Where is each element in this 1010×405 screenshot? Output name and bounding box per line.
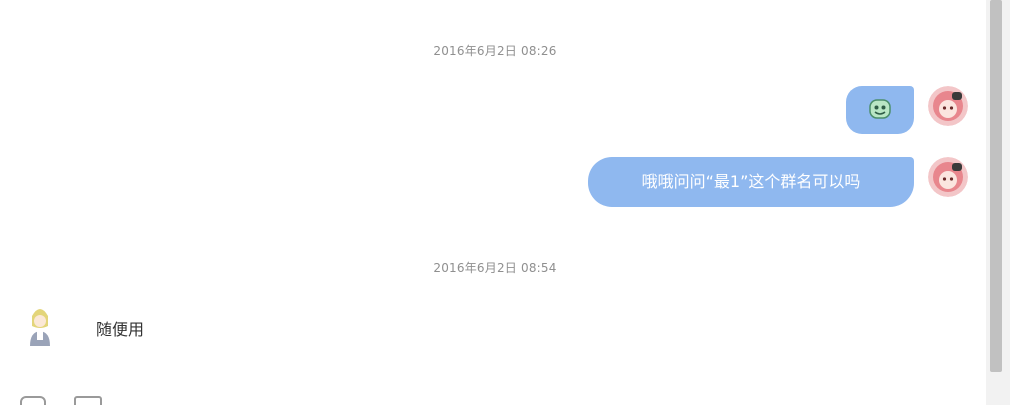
chat-window: 2016年6月2日 08:26 哦哦问问“最1”这个群名可以吗 2016年6月2…	[0, 0, 1010, 405]
smiley-sticker-icon	[869, 99, 891, 119]
scrollbar-thumb[interactable]	[990, 0, 1002, 372]
message-timestamp: 2016年6月2日 08:54	[433, 261, 557, 275]
cartoon-avatar-icon[interactable]	[928, 157, 968, 197]
emoji-icon[interactable]	[20, 396, 46, 405]
cartoon-avatar-icon[interactable]	[928, 86, 968, 126]
message-timestamp: 2016年6月2日 08:26	[433, 44, 557, 58]
character-avatar-icon[interactable]	[20, 304, 60, 346]
input-toolbar	[0, 390, 986, 405]
image-icon[interactable]	[74, 396, 102, 405]
text-message-bubble[interactable]: 哦哦问问“最1”这个群名可以吗	[588, 157, 914, 207]
scrollbar[interactable]	[986, 0, 1010, 405]
text-message[interactable]: 随便用	[96, 316, 144, 340]
sticker-message-bubble[interactable]	[846, 86, 914, 134]
